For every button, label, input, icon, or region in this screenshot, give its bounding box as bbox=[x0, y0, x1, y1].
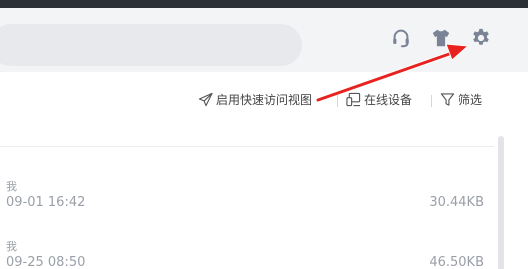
filter-button[interactable]: 筛选 bbox=[440, 90, 482, 108]
file-time: 09-25 08:50 bbox=[6, 255, 86, 269]
quick-access-view-label: 启用快速访问视图 bbox=[216, 92, 313, 107]
paper-plane-icon bbox=[198, 92, 213, 106]
scrollbar[interactable] bbox=[498, 136, 504, 269]
toolbar-divider bbox=[337, 95, 338, 107]
devices-icon bbox=[346, 92, 361, 106]
filter-icon bbox=[440, 92, 455, 106]
file-toolbar: 启用快速访问视图 在线设备 筛选 bbox=[0, 86, 528, 112]
list-item[interactable]: 我 09-25 08:50 46.50KB bbox=[0, 238, 494, 269]
gear-icon[interactable] bbox=[470, 27, 492, 49]
file-size: 30.44KB bbox=[429, 195, 484, 210]
search-input[interactable] bbox=[0, 24, 302, 66]
file-size: 46.50KB bbox=[429, 255, 484, 269]
filter-label: 筛选 bbox=[458, 92, 483, 107]
online-devices-label: 在线设备 bbox=[364, 92, 413, 107]
headset-icon[interactable] bbox=[390, 27, 412, 49]
list-divider bbox=[0, 146, 494, 147]
window-title-strip bbox=[0, 0, 528, 8]
file-sender: 我 bbox=[6, 240, 17, 253]
list-item[interactable]: 我 09-01 16:42 30.44KB bbox=[0, 178, 494, 218]
online-devices-button[interactable]: 在线设备 bbox=[346, 90, 412, 108]
file-sender: 我 bbox=[6, 180, 17, 193]
tshirt-icon[interactable] bbox=[430, 27, 452, 49]
quick-access-view-button[interactable]: 启用快速访问视图 bbox=[198, 90, 312, 108]
toolbar-divider bbox=[431, 95, 432, 107]
file-time: 09-01 16:42 bbox=[6, 195, 86, 210]
